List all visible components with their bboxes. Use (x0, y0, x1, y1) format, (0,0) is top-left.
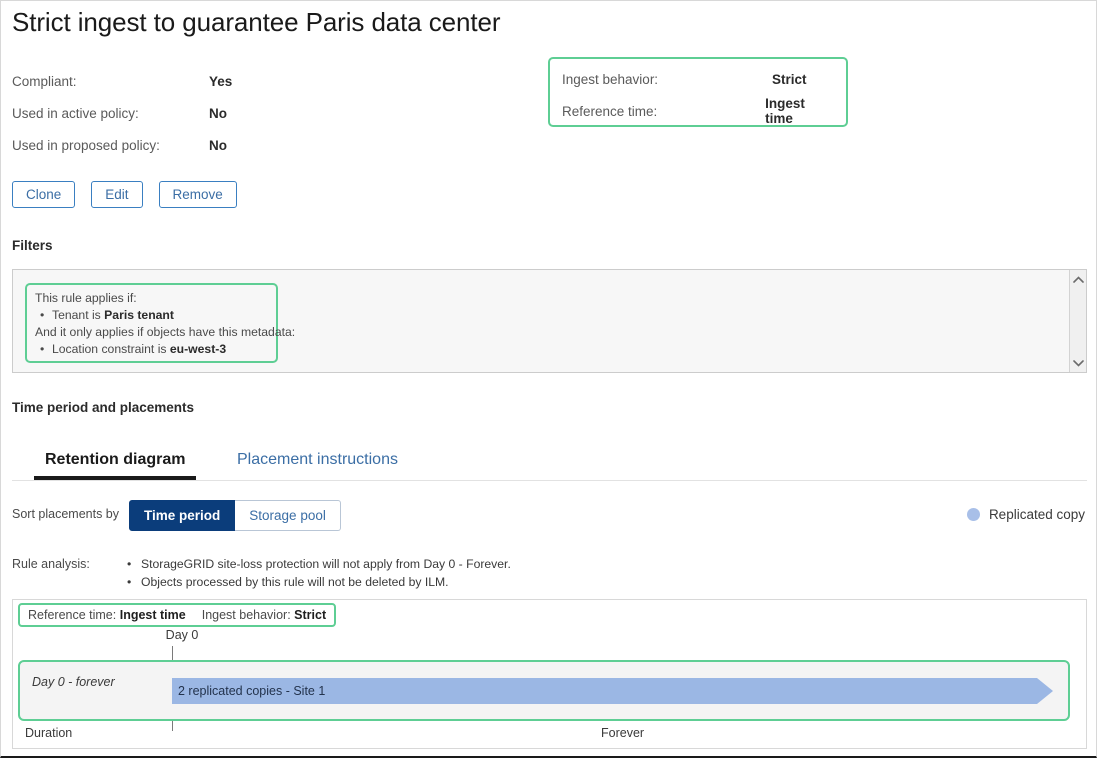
legend: Replicated copy (966, 507, 1085, 522)
diagram-reference-time: Reference time: Ingest time (28, 608, 186, 622)
diagram-period-row: Day 0 - forever 2 replicated copies - Si… (18, 660, 1070, 721)
rule-summary-list: Compliant: Yes Used in active policy: No… (12, 65, 342, 161)
chevron-up-icon[interactable] (1070, 271, 1087, 287)
filters-location-prefix: Location constraint is (52, 342, 170, 356)
filters-location-bullet: Location constraint is eu-west-3 (35, 341, 268, 358)
behavior-label-reference-time: Reference time: (562, 103, 658, 119)
behavior-value-reference-time: Ingest time (765, 96, 805, 126)
diagram-reference-pill: Reference time: Ingest time Ingest behav… (18, 603, 337, 627)
diagram-ingest-behavior: Ingest behavior: Strict (202, 608, 326, 622)
diagram-forever-label: Forever (601, 726, 645, 740)
summary-label-compliant: Compliant: (12, 73, 77, 89)
tab-retention-diagram[interactable]: Retention diagram (34, 441, 197, 480)
rule-analysis-list: StorageGRID site-loss protection will no… (127, 556, 511, 591)
filters-tenant-value: Paris tenant (104, 308, 174, 322)
filters-metadata-intro: And it only applies if objects have this… (35, 325, 296, 339)
time-period-heading: Time period and placements (12, 400, 195, 415)
sort-placements-toggle-group: Time period Storage pool (129, 500, 341, 531)
behavior-row-reference-time: Reference time: Ingest time (562, 95, 834, 127)
diagram-reference-time-label: Reference time: (28, 608, 117, 622)
filled-circle-icon (966, 508, 980, 521)
remove-button[interactable]: Remove (158, 181, 237, 208)
behavior-row-ingest: Ingest behavior: Strict (562, 63, 834, 95)
summary-value-active-policy: No (209, 105, 227, 121)
page-title: Strict ingest to guarantee Paris data ce… (12, 7, 501, 37)
summary-row-proposed-policy: Used in proposed policy: No (12, 129, 342, 161)
filters-scrollbar[interactable] (1069, 270, 1086, 372)
rule-analysis-item: StorageGRID site-loss protection will no… (127, 556, 511, 574)
diagram-period-name: Day 0 - forever (32, 675, 115, 689)
diagram-reference-time-value: Ingest time (119, 608, 186, 622)
retention-diagram: Reference time: Ingest time Ingest behav… (12, 599, 1087, 749)
tab-placement-instructions[interactable]: Placement instructions (226, 441, 409, 480)
diagram-start-tick-label: Day 0 (165, 628, 199, 642)
summary-value-proposed-policy: No (209, 137, 227, 153)
filters-heading: Filters (12, 238, 53, 253)
ingest-behavior-panel: Ingest behavior: Strict Reference time: … (548, 57, 848, 127)
tab-bar: Retention diagram Placement instructions (12, 441, 1087, 481)
diagram-bar-arrow-icon (1037, 678, 1053, 704)
filters-tenant-bullet: Tenant is Paris tenant (35, 307, 268, 324)
behavior-label-ingest: Ingest behavior: (562, 71, 659, 87)
sort-option-time-period[interactable]: Time period (129, 500, 236, 531)
summary-label-active-policy: Used in active policy: (12, 105, 139, 121)
filters-applies-if-text: This rule applies if: (35, 291, 137, 305)
summary-value-compliant: Yes (209, 73, 233, 89)
rule-detail-page: Strict ingest to guarantee Paris data ce… (0, 0, 1097, 758)
summary-label-proposed-policy: Used in proposed policy: (12, 137, 160, 153)
edit-button[interactable]: Edit (91, 181, 143, 208)
summary-row-active-policy: Used in active policy: No (12, 97, 342, 129)
chevron-down-icon[interactable] (1070, 355, 1087, 371)
clone-button[interactable]: Clone (12, 181, 76, 208)
legend-label-replicated-copy: Replicated copy (988, 507, 1085, 522)
diagram-ingest-behavior-label: Ingest behavior: (201, 608, 291, 622)
summary-row-compliant: Compliant: Yes (12, 65, 342, 97)
sort-placements-label: Sort placements by (12, 507, 119, 521)
sort-option-storage-pool[interactable]: Storage pool (235, 500, 341, 531)
filters-tenant-prefix: Tenant is (52, 308, 105, 322)
diagram-ingest-behavior-value: Strict (294, 608, 327, 622)
rule-analysis-item: Objects processed by this rule will not … (127, 574, 511, 592)
filters-highlight-box: This rule applies if: Tenant is Paris te… (25, 283, 296, 363)
diagram-bar-track: 2 replicated copies - Site 1 (172, 678, 1068, 704)
behavior-value-ingest: Strict (772, 71, 807, 87)
filters-location-value: eu-west-3 (169, 342, 227, 356)
action-button-row: Clone Edit Remove (12, 181, 237, 208)
diagram-duration-label: Duration (25, 726, 73, 740)
filters-panel: This rule applies if: Tenant is Paris te… (12, 269, 1087, 373)
diagram-bar-label: 2 replicated copies - Site 1 (178, 684, 326, 698)
rule-analysis-label: Rule analysis: (12, 557, 90, 571)
